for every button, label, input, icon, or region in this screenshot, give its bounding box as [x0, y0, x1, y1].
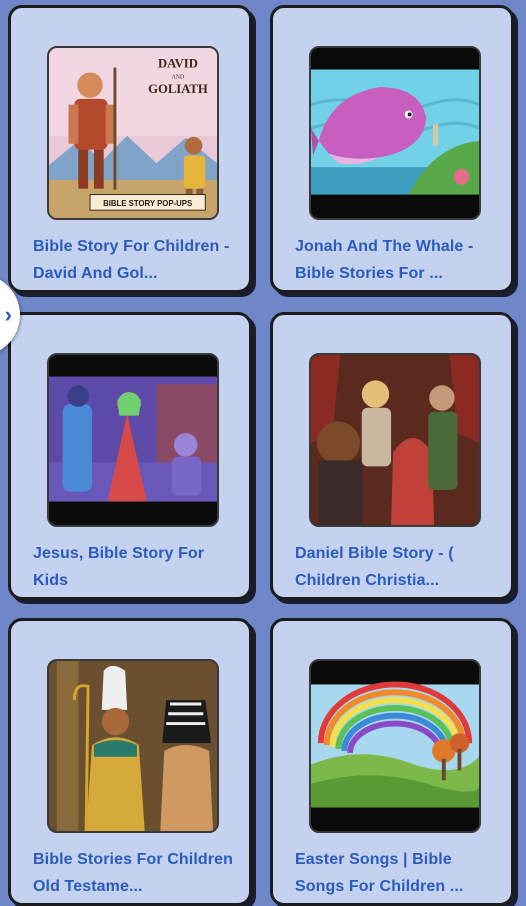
thumb-title-goliath: GOLIATH: [148, 82, 208, 96]
video-thumbnail[interactable]: [309, 46, 481, 220]
video-title[interactable]: Easter Songs | Bible Songs For Children …: [295, 846, 499, 900]
jonah-whale-thumbnail-image: [311, 48, 479, 218]
video-card[interactable]: Jesus, Bible Story For Kids: [8, 312, 252, 600]
thumb-title-david: DAVID: [158, 57, 198, 71]
video-grid: DAVID AND GOLIATH BIBLE STORY POP-UPS Bi…: [0, 0, 526, 906]
video-card[interactable]: Easter Songs | Bible Songs For Children …: [270, 618, 514, 906]
video-thumbnail[interactable]: DAVID AND GOLIATH BIBLE STORY POP-UPS: [47, 46, 219, 220]
video-title[interactable]: Bible Story For Children - David And Gol…: [33, 233, 237, 287]
video-card[interactable]: Bible Stories For Children Old Testame..…: [8, 618, 252, 906]
daniel-thumbnail-image: [311, 355, 479, 525]
video-card[interactable]: Daniel Bible Story - ( Children Christia…: [270, 312, 514, 600]
video-title[interactable]: Bible Stories For Children Old Testame..…: [33, 846, 237, 900]
video-thumbnail[interactable]: [47, 659, 219, 833]
video-thumbnail[interactable]: [309, 353, 481, 527]
video-card[interactable]: DAVID AND GOLIATH BIBLE STORY POP-UPS Bi…: [8, 5, 252, 293]
video-thumbnail[interactable]: [309, 659, 481, 833]
david-goliath-thumbnail-image: DAVID AND GOLIATH BIBLE STORY POP-UPS: [49, 48, 217, 218]
thumb-banner-text: BIBLE STORY POP-UPS: [103, 199, 192, 208]
video-title[interactable]: Jonah And The Whale - Bible Stories For …: [295, 233, 499, 287]
chevron-right-icon: ›: [4, 302, 12, 327]
thumb-title-and: AND: [172, 74, 185, 80]
old-testament-thumbnail-image: [49, 661, 217, 831]
easter-rainbow-thumbnail-image: [311, 661, 479, 831]
video-title[interactable]: Daniel Bible Story - ( Children Christia…: [295, 540, 499, 594]
video-thumbnail[interactable]: [47, 353, 219, 527]
video-card[interactable]: Jonah And The Whale - Bible Stories For …: [270, 5, 514, 293]
jesus-thumbnail-image: [49, 355, 217, 525]
video-title[interactable]: Jesus, Bible Story For Kids: [33, 540, 237, 594]
